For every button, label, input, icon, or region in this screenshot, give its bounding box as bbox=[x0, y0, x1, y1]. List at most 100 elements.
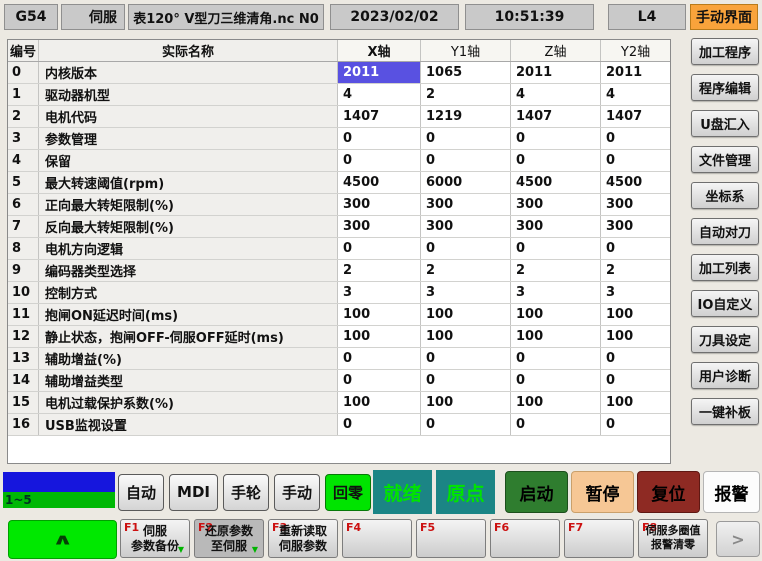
param-value-cell[interactable]: 0 bbox=[601, 370, 670, 391]
param-value-cell[interactable]: 2 bbox=[601, 260, 670, 281]
param-value-cell[interactable]: 0 bbox=[338, 370, 421, 391]
param-value-cell[interactable]: 0 bbox=[601, 348, 670, 369]
param-value-cell[interactable]: 3 bbox=[601, 282, 670, 303]
param-value-cell[interactable]: 100 bbox=[421, 304, 511, 325]
param-value-cell[interactable]: 100 bbox=[511, 304, 601, 325]
param-value-cell[interactable]: 0 bbox=[338, 128, 421, 149]
param-value-cell[interactable]: 0 bbox=[601, 150, 670, 171]
fkey-f7-button[interactable]: F7 bbox=[564, 519, 634, 558]
param-value-cell[interactable]: 0 bbox=[421, 370, 511, 391]
mode-manual-button[interactable]: 手动 bbox=[274, 473, 321, 511]
param-value-cell[interactable]: 3 bbox=[338, 282, 421, 303]
param-value-cell[interactable]: 100 bbox=[338, 304, 421, 325]
param-value-cell[interactable]: 0 bbox=[338, 414, 421, 435]
param-value-cell[interactable]: 100 bbox=[511, 392, 601, 413]
mode-mdi-button[interactable]: MDI bbox=[169, 473, 218, 511]
param-value-cell[interactable]: 1407 bbox=[601, 106, 670, 127]
sidebar-item-tool-setting[interactable]: 刀具设定 bbox=[691, 326, 759, 353]
param-value-cell[interactable]: 6000 bbox=[421, 172, 511, 193]
fkey-f5-button[interactable]: F5 bbox=[416, 519, 486, 558]
param-value-cell[interactable]: 100 bbox=[338, 392, 421, 413]
param-value-cell[interactable]: 4500 bbox=[338, 172, 421, 193]
mode-handwheel-button[interactable]: 手轮 bbox=[222, 473, 269, 511]
param-value-cell[interactable]: 0 bbox=[421, 414, 511, 435]
param-value-cell[interactable]: 0 bbox=[511, 414, 601, 435]
param-value-cell[interactable]: 300 bbox=[338, 216, 421, 237]
param-value-cell[interactable]: 100 bbox=[338, 326, 421, 347]
fkey-f2-button[interactable]: F2 还原参数 至伺服 ▼ bbox=[194, 519, 264, 558]
fkey-f4-button[interactable]: F4 bbox=[342, 519, 412, 558]
param-value-cell[interactable]: 100 bbox=[601, 392, 670, 413]
param-value-cell[interactable]: 1407 bbox=[511, 106, 601, 127]
sidebar-item-file-manager[interactable]: 文件管理 bbox=[691, 146, 759, 173]
page-up-button[interactable]: ∧ bbox=[8, 520, 117, 559]
chevron-right-icon: > bbox=[731, 529, 745, 549]
param-value-cell[interactable]: 2 bbox=[421, 260, 511, 281]
fkey-f3-button[interactable]: F3 重新读取 伺服参数 bbox=[268, 519, 338, 558]
param-value-cell[interactable]: 0 bbox=[421, 238, 511, 259]
alarm-button[interactable]: 报警 bbox=[703, 471, 760, 513]
start-button[interactable]: 启动 bbox=[505, 471, 568, 513]
param-value-cell[interactable]: 100 bbox=[421, 326, 511, 347]
sidebar-item-one-key-patch[interactable]: 一键补板 bbox=[691, 398, 759, 425]
param-value-cell[interactable]: 2011 bbox=[601, 62, 670, 83]
param-value-cell[interactable]: 300 bbox=[421, 194, 511, 215]
param-value-cell[interactable]: 100 bbox=[421, 392, 511, 413]
param-value-cell[interactable]: 100 bbox=[511, 326, 601, 347]
param-value-cell[interactable]: 0 bbox=[601, 128, 670, 149]
param-value-cell[interactable]: 2011 bbox=[511, 62, 601, 83]
param-value-cell[interactable]: 0 bbox=[421, 348, 511, 369]
param-value-cell[interactable]: 1065 bbox=[421, 62, 511, 83]
param-value-cell[interactable]: 0 bbox=[421, 128, 511, 149]
param-value-cell[interactable]: 100 bbox=[601, 326, 670, 347]
param-value-cell[interactable]: 0 bbox=[338, 348, 421, 369]
param-value-cell[interactable]: 0 bbox=[601, 238, 670, 259]
param-value-cell[interactable]: 4500 bbox=[601, 172, 670, 193]
param-value-cell[interactable]: 300 bbox=[601, 216, 670, 237]
param-value-cell[interactable]: 1219 bbox=[421, 106, 511, 127]
param-value-cell[interactable]: 2 bbox=[421, 84, 511, 105]
sidebar-item-auto-tool-setting[interactable]: 自动对刀 bbox=[691, 218, 759, 245]
sidebar-item-machining-program[interactable]: 加工程序 bbox=[691, 38, 759, 65]
param-value-cell[interactable]: 1407 bbox=[338, 106, 421, 127]
param-value-cell[interactable]: 4 bbox=[601, 84, 670, 105]
sidebar-item-user-diagnosis[interactable]: 用户诊断 bbox=[691, 362, 759, 389]
sidebar-item-program-edit[interactable]: 程序编辑 bbox=[691, 74, 759, 101]
param-value-cell[interactable]: 0 bbox=[601, 414, 670, 435]
param-value-cell[interactable]: 0 bbox=[421, 150, 511, 171]
fkey-f6-button[interactable]: F6 bbox=[490, 519, 560, 558]
param-value-cell[interactable]: 300 bbox=[511, 194, 601, 215]
param-value-cell[interactable]: 100 bbox=[601, 304, 670, 325]
param-value-cell[interactable]: 2 bbox=[338, 260, 421, 281]
param-value-cell[interactable]: 4 bbox=[338, 84, 421, 105]
param-value-cell[interactable]: 0 bbox=[511, 150, 601, 171]
param-value-cell[interactable]: 0 bbox=[511, 238, 601, 259]
next-page-button[interactable]: > bbox=[716, 521, 760, 557]
param-value-cell[interactable]: 0 bbox=[511, 128, 601, 149]
param-value-cell[interactable]: 300 bbox=[421, 216, 511, 237]
pause-button[interactable]: 暂停 bbox=[571, 471, 634, 513]
fkey-f8-button[interactable]: F8 伺服多圈值 报警清零 bbox=[638, 519, 708, 558]
param-value-cell[interactable]: 300 bbox=[601, 194, 670, 215]
param-value-cell[interactable]: 4 bbox=[511, 84, 601, 105]
mode-home-button[interactable]: 回零 bbox=[325, 473, 372, 511]
param-value-cell[interactable]: 300 bbox=[338, 194, 421, 215]
sidebar-item-usb-import[interactable]: U盘汇入 bbox=[691, 110, 759, 137]
param-value-cell[interactable]: 0 bbox=[338, 238, 421, 259]
reset-button[interactable]: 复位 bbox=[637, 471, 700, 513]
fkey-f1-button[interactable]: F1 伺服 参数备份 ▼ bbox=[120, 519, 190, 558]
manual-screen-button[interactable]: 手动界面 bbox=[690, 4, 758, 30]
param-value-cell[interactable]: 2011 bbox=[338, 62, 421, 83]
param-value-cell[interactable]: 3 bbox=[511, 282, 601, 303]
param-value-cell[interactable]: 0 bbox=[338, 150, 421, 171]
sidebar-item-coordinate-system[interactable]: 坐标系 bbox=[691, 182, 759, 209]
param-value-cell[interactable]: 0 bbox=[511, 348, 601, 369]
sidebar-item-io-custom[interactable]: IO自定义 bbox=[691, 290, 759, 317]
param-value-cell[interactable]: 3 bbox=[421, 282, 511, 303]
param-value-cell[interactable]: 2 bbox=[511, 260, 601, 281]
param-value-cell[interactable]: 300 bbox=[511, 216, 601, 237]
param-value-cell[interactable]: 0 bbox=[511, 370, 601, 391]
sidebar-item-machining-list[interactable]: 加工列表 bbox=[691, 254, 759, 281]
param-value-cell[interactable]: 4500 bbox=[511, 172, 601, 193]
mode-auto-button[interactable]: 自动 bbox=[118, 473, 165, 511]
